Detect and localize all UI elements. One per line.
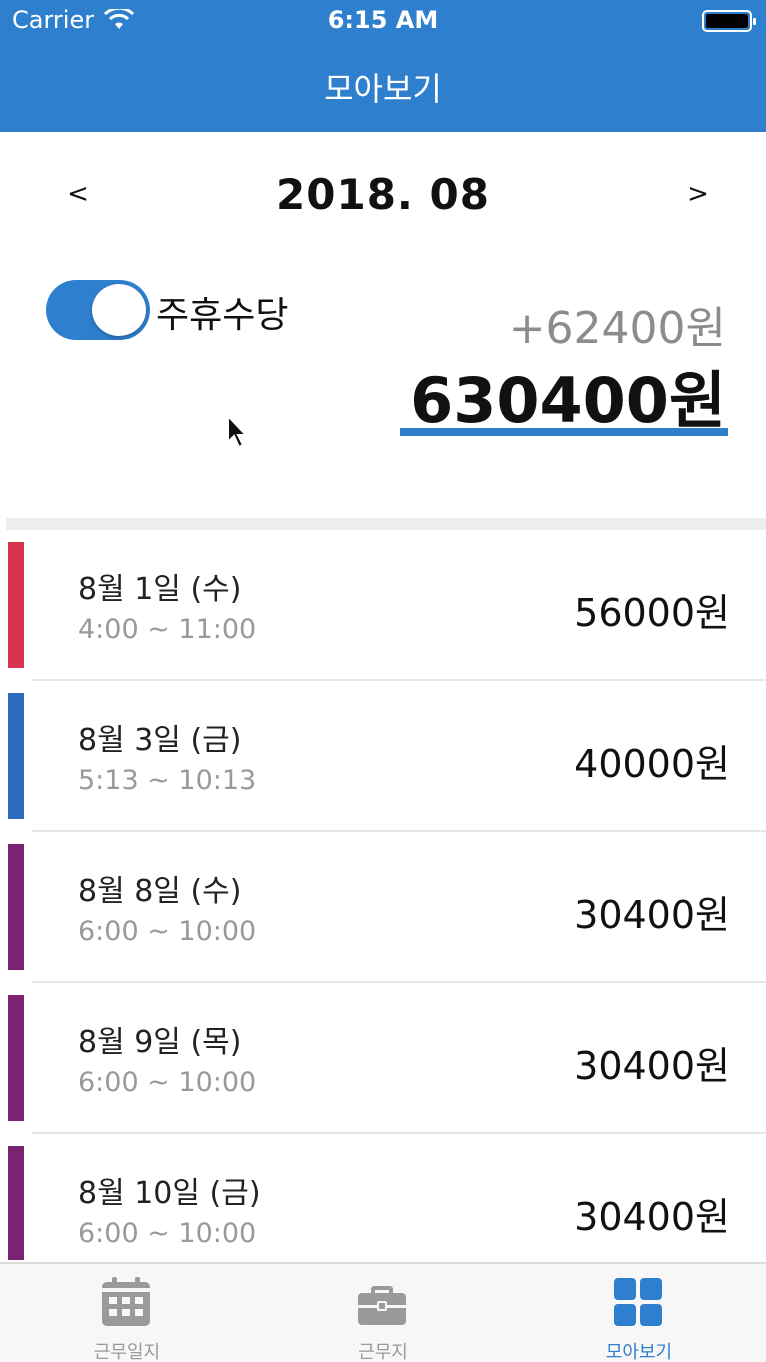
- tab-label: 근무일지: [93, 1342, 161, 1362]
- status-bar: Carrier 6:15 AM: [0, 0, 766, 44]
- month-navigator: < 2018. 08 >: [0, 160, 766, 230]
- workplace-color-bar: [8, 542, 24, 668]
- record-date: 8월 8일 (수): [78, 874, 242, 909]
- workplace-color-bar: [8, 844, 24, 970]
- record-date: 8월 9일 (목): [78, 1025, 242, 1060]
- page-title: 모아보기: [324, 70, 442, 108]
- record-time: 5:13 ~ 10:13: [78, 765, 257, 796]
- mouse-cursor-icon: [227, 414, 249, 449]
- record-amount: 30400원: [574, 893, 730, 937]
- record-time: 6:00 ~ 10:00: [78, 1067, 257, 1098]
- list-item[interactable]: 8월 9일 (목) 6:00 ~ 10:00 30400원: [0, 983, 766, 1134]
- nav-header: Carrier 6:15 AM 모아보기: [0, 0, 766, 132]
- tab-label: 모아보기: [605, 1342, 673, 1362]
- record-amount: 56000원: [574, 591, 730, 635]
- total-amount: 630400원: [410, 364, 726, 437]
- tab-bar: 근무일지 근무지 모아보기: [0, 1262, 766, 1362]
- list-item[interactable]: 8월 10일 (금) 6:00 ~ 10:00 30400원: [0, 1134, 766, 1260]
- list-item[interactable]: 8월 1일 (수) 4:00 ~ 11:00 56000원: [0, 530, 766, 681]
- total-underline: [400, 428, 728, 436]
- month-label: 2018. 08: [276, 170, 490, 219]
- grid-icon: [614, 1278, 662, 1326]
- list-item[interactable]: 8월 3일 (금) 5:13 ~ 10:13 40000원: [0, 681, 766, 832]
- workplace-color-bar: [8, 693, 24, 819]
- tab-work-log[interactable]: 근무일지: [0, 1264, 254, 1362]
- work-record-list: 8월 1일 (수) 4:00 ~ 11:00 56000원 8월 3일 (금) …: [0, 530, 766, 1260]
- list-item[interactable]: 8월 8일 (수) 6:00 ~ 10:00 30400원: [0, 832, 766, 983]
- toggle-knob: [92, 284, 146, 336]
- next-month-button[interactable]: >: [680, 174, 716, 214]
- record-time: 4:00 ~ 11:00: [78, 614, 257, 645]
- workplace-color-bar: [8, 995, 24, 1121]
- record-amount: 30400원: [574, 1044, 730, 1088]
- tab-workplace[interactable]: 근무지: [256, 1264, 510, 1362]
- workplace-color-bar: [8, 1146, 24, 1260]
- record-time: 6:00 ~ 10:00: [78, 1218, 257, 1249]
- tab-label: 근무지: [358, 1342, 408, 1362]
- record-time: 6:00 ~ 10:00: [78, 916, 257, 947]
- record-amount: 40000원: [574, 742, 730, 786]
- calendar-icon: [102, 1277, 150, 1326]
- record-date: 8월 1일 (수): [78, 572, 242, 607]
- holiday-allowance-toggle[interactable]: [46, 280, 150, 340]
- briefcase-icon: [358, 1286, 406, 1325]
- section-divider: [6, 518, 766, 530]
- record-date: 8월 3일 (금): [78, 723, 242, 758]
- bonus-amount: +62400원: [508, 303, 726, 354]
- status-time: 6:15 AM: [327, 6, 439, 34]
- battery-icon: [702, 10, 756, 32]
- tab-overview[interactable]: 모아보기: [512, 1264, 766, 1362]
- record-date: 8월 10일 (금): [78, 1176, 261, 1211]
- record-amount: 30400원: [574, 1195, 730, 1239]
- holiday-allowance-label: 주휴수당: [156, 295, 289, 336]
